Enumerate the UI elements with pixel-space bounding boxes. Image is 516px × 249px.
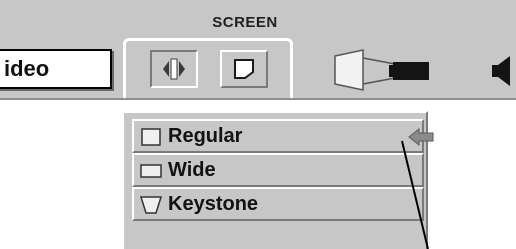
menu-item-label: Wide <box>168 159 216 181</box>
keystone-screen-icon <box>140 196 162 214</box>
menu-item-keystone[interactable]: Keystone <box>132 187 424 221</box>
menu-item-regular[interactable]: Regular <box>132 119 434 153</box>
screen-menu-title: SCREEN <box>212 14 278 31</box>
wide-screen-icon <box>140 164 162 178</box>
selected-arrow-icon <box>408 128 434 146</box>
keystone-button[interactable] <box>220 50 268 88</box>
menu-item-wide[interactable]: Wide <box>132 153 424 187</box>
screen-mode-button[interactable] <box>150 50 198 88</box>
menu-item-label: Keystone <box>168 193 259 215</box>
regular-screen-icon <box>141 128 161 146</box>
menu-item-label: Regular <box>168 125 243 147</box>
speaker-icon[interactable] <box>492 54 516 88</box>
menu-bar: SCREEN ideo <box>0 0 516 100</box>
input-source-field[interactable]: ideo <box>0 49 112 89</box>
screen-mode-icon <box>163 58 185 80</box>
screen-menu: Regular Wide Keystone <box>122 111 434 249</box>
keystone-icon <box>234 59 254 79</box>
projector-icon[interactable] <box>333 48 463 92</box>
